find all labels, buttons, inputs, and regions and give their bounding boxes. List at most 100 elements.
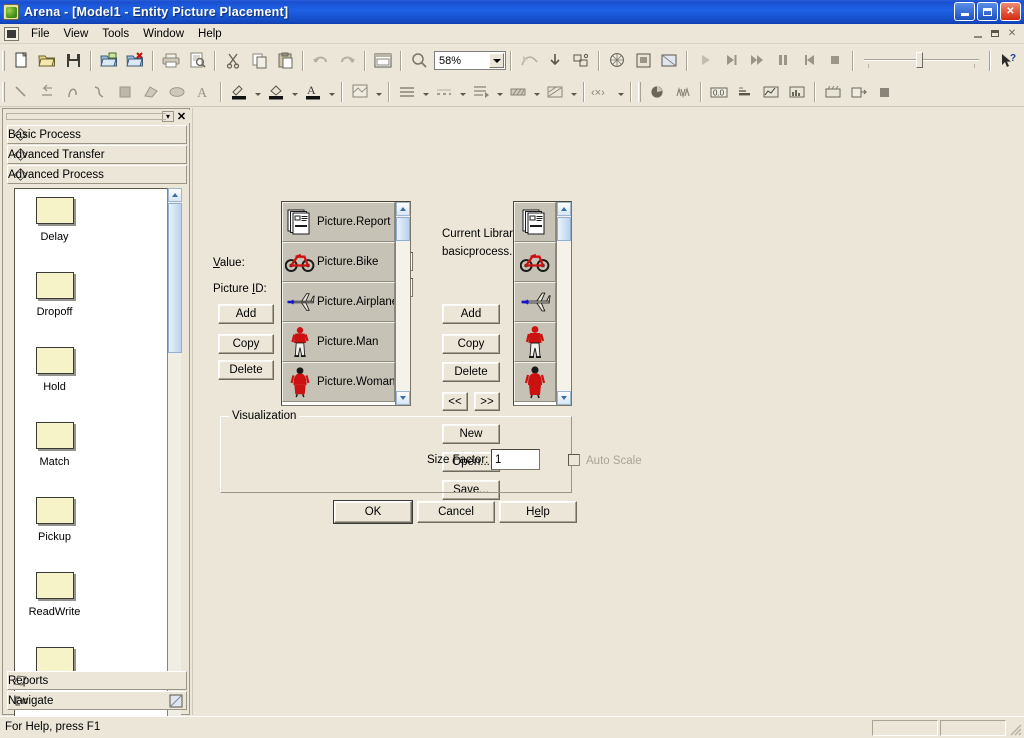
menu-item-file[interactable]: File <box>24 26 57 42</box>
scroll-up-arrow[interactable] <box>557 202 571 216</box>
fill-pattern-icon[interactable] <box>506 80 530 103</box>
library-picture-row[interactable] <box>514 202 556 242</box>
line-style-icon[interactable] <box>432 80 456 103</box>
library-picture-row[interactable] <box>514 282 556 322</box>
print-icon[interactable] <box>159 49 183 72</box>
footer-tab-reports[interactable]: Reports <box>7 671 187 690</box>
named-view-icon[interactable] <box>631 49 655 72</box>
text-color-dropdown[interactable] <box>326 80 337 103</box>
module-list-scrollbar[interactable] <box>167 188 182 738</box>
scroll-down-arrow[interactable] <box>396 391 410 405</box>
entity-picture-list-scrollbar[interactable] <box>395 202 410 405</box>
window-background-dropdown[interactable] <box>373 80 384 103</box>
help-pointer-icon[interactable]: ? <box>996 49 1020 72</box>
view-region-icon[interactable] <box>657 49 681 72</box>
library-picture-row[interactable] <box>514 362 556 402</box>
transfer-left-button[interactable]: << <box>442 392 468 411</box>
level-icon[interactable] <box>733 80 757 103</box>
line-arrow-dropdown[interactable] <box>494 80 505 103</box>
polyline-icon[interactable] <box>35 80 59 103</box>
minimize-button[interactable] <box>954 2 975 21</box>
system-menu-icon[interactable] <box>4 26 19 41</box>
line-icon[interactable] <box>9 80 33 103</box>
menu-item-window[interactable]: Window <box>136 26 191 42</box>
run-speed-slider[interactable] <box>864 50 979 72</box>
line-color-icon[interactable] <box>227 80 251 103</box>
window-background-icon[interactable] <box>348 80 372 103</box>
cut-scissors-icon[interactable] <box>221 49 245 72</box>
line-width-icon[interactable] <box>395 80 419 103</box>
scrollbar-thumb[interactable] <box>396 217 410 241</box>
module-item[interactable]: Match <box>15 422 94 497</box>
library-picture-list-scrollbar[interactable] <box>556 202 571 405</box>
mdi-close-button[interactable]: ✕ <box>1004 26 1020 41</box>
entity-picture-list[interactable]: Picture.Report Picture.Bike Picture.Airpla… <box>281 201 411 406</box>
panel-tab-advanced-process[interactable]: Advanced Process <box>7 165 187 184</box>
scrollbar-thumb[interactable] <box>557 217 571 241</box>
maximize-button[interactable] <box>977 2 998 21</box>
start-over-icon[interactable] <box>797 49 821 72</box>
entity-picture-row[interactable]: Picture.Man <box>282 322 395 362</box>
paste-icon[interactable] <box>273 49 297 72</box>
auto-scale-checkbox[interactable] <box>568 454 580 466</box>
new-document-icon[interactable] <box>9 49 33 72</box>
scroll-up-arrow[interactable] <box>396 202 410 216</box>
fill-pattern-dropdown[interactable] <box>531 80 542 103</box>
animate-icon[interactable] <box>605 49 629 72</box>
delete-button[interactable]: Delete <box>218 360 274 380</box>
redo-icon[interactable] <box>335 49 359 72</box>
menu-item-help[interactable]: Help <box>191 26 229 42</box>
module-list[interactable]: DelayDropoffHoldMatchPickupReadWriteRele… <box>14 188 172 738</box>
submodel-down-icon[interactable] <box>543 49 567 72</box>
entity-picture-row[interactable]: Picture.Woman <box>282 362 395 402</box>
open-folder-icon[interactable] <box>35 49 59 72</box>
library-delete-button[interactable]: Delete <box>442 362 500 382</box>
entity-picture-row[interactable]: Picture.Airplane <box>282 282 395 322</box>
entity-picture-row[interactable]: Picture.Report <box>282 202 395 242</box>
copy-button[interactable]: Copy <box>218 334 274 354</box>
open-template-icon[interactable] <box>97 49 121 72</box>
zoom-level-combo[interactable]: 58% <box>434 51 506 70</box>
help-button[interactable]: Help <box>499 501 577 523</box>
menu-item-tools[interactable]: Tools <box>95 26 136 42</box>
go-play-icon[interactable] <box>693 49 717 72</box>
entity-picture-icon[interactable] <box>645 80 669 103</box>
library-picture-list[interactable] <box>513 201 572 406</box>
text-color-icon[interactable]: A <box>301 80 325 103</box>
panel-tab-basic-process[interactable]: Basic Process <box>7 125 187 144</box>
size-factor-input[interactable]: 1 <box>491 449 540 470</box>
panel-tab-advanced-transfer[interactable]: Advanced Transfer <box>7 145 187 164</box>
module-item[interactable]: Pickup <box>15 497 94 572</box>
menu-item-view[interactable]: View <box>57 26 96 42</box>
ok-button[interactable]: OK <box>334 501 412 523</box>
variable-icon[interactable]: 0.0 <box>707 80 731 103</box>
toolbar-grip[interactable] <box>2 50 5 71</box>
scroll-up-arrow[interactable] <box>168 188 182 202</box>
polygon-icon[interactable] <box>139 80 163 103</box>
fast-forward-icon[interactable] <box>745 49 769 72</box>
line-style-dropdown[interactable] <box>457 80 468 103</box>
pattern-icon[interactable] <box>543 80 567 103</box>
close-button[interactable]: ✕ <box>1000 2 1021 21</box>
line-width-dropdown[interactable] <box>420 80 431 103</box>
toolbar-grip[interactable] <box>638 81 641 102</box>
text-icon[interactable]: A <box>191 80 215 103</box>
fill-color-dropdown[interactable] <box>289 80 300 103</box>
transfer-right-button[interactable]: >> <box>474 392 500 411</box>
stop-icon[interactable] <box>823 49 847 72</box>
library-copy-button[interactable]: Copy <box>442 334 500 354</box>
box-icon[interactable] <box>113 80 137 103</box>
date-icon[interactable] <box>847 80 871 103</box>
stop-block-icon[interactable] <box>873 80 897 103</box>
fill-color-icon[interactable] <box>264 80 288 103</box>
queue-icon[interactable] <box>671 80 695 103</box>
histogram-icon[interactable] <box>785 80 809 103</box>
cancel-button[interactable]: Cancel <box>417 501 495 523</box>
step-icon[interactable] <box>719 49 743 72</box>
arc-icon[interactable] <box>61 80 85 103</box>
copy-icon[interactable] <box>247 49 271 72</box>
clock-icon[interactable] <box>821 80 845 103</box>
plot-icon[interactable] <box>759 80 783 103</box>
mdi-minimize-button[interactable] <box>970 26 986 41</box>
chevron-down-icon[interactable] <box>489 53 504 68</box>
